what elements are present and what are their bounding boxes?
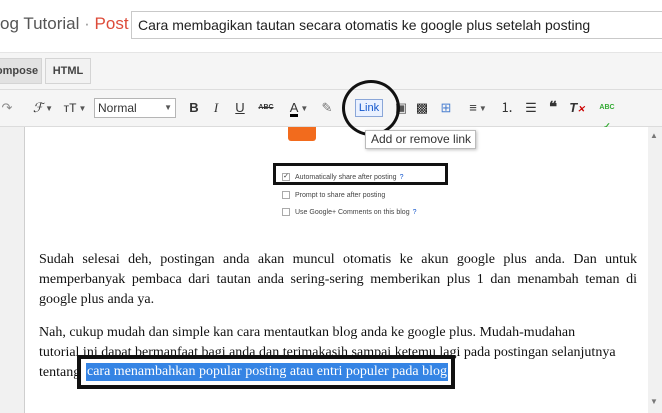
chevron-down-icon: ▼ (78, 103, 87, 113)
selected-text-highlight: cara menambahkan popular posting atau en… (77, 355, 455, 389)
text-color-button[interactable]: A ▼ (286, 99, 312, 117)
share-option-prompt[interactable]: Prompt to share after posting (282, 191, 385, 199)
link-button-circle-annotation (342, 80, 400, 136)
spellcheck-button[interactable]: ABC ✓ (598, 99, 616, 131)
numbered-list-icon[interactable]: ⒈ (499, 99, 515, 117)
help-icon[interactable]: ? (400, 174, 404, 181)
italic-button[interactable]: I (210, 99, 222, 117)
post-title-input[interactable] (131, 11, 662, 39)
checkbox[interactable] (282, 208, 290, 216)
scroll-up-icon[interactable]: ▲ (650, 131, 658, 140)
bold-button[interactable]: B (187, 99, 201, 117)
underline-button[interactable]: U (233, 99, 247, 117)
paragraph-1: Sudah selesai deh, postingan anda akan m… (39, 252, 637, 307)
font-family-button[interactable]: ℱ ▼ (30, 99, 56, 117)
jump-break-icon[interactable]: ⊞ (438, 99, 454, 117)
compose-mode-button[interactable]: ompose (0, 58, 42, 84)
bulleted-list-icon[interactable]: ☰ (523, 99, 539, 117)
share-option-label: Use Google+ Comments on this blog (295, 208, 410, 216)
link-tooltip: Add or remove link (365, 130, 476, 149)
share-option-comments[interactable]: Use Google+ Comments on this blog? (282, 208, 417, 216)
chevron-down-icon: ▼ (478, 103, 487, 113)
format-select[interactable]: Normal ▼ (94, 98, 176, 118)
spellcheck-label: ABC (599, 104, 615, 111)
checkbox-checked[interactable]: ✓ (282, 173, 290, 181)
blog-title[interactable]: og Tutorial · Post (0, 14, 129, 34)
video-icon[interactable]: ▩ (414, 99, 430, 117)
share-option-label: Prompt to share after posting (295, 191, 386, 199)
scrollbar[interactable]: ▲ ▼ (648, 127, 662, 413)
chevron-down-icon: ▼ (45, 103, 54, 113)
font-size-icon: тT (63, 101, 77, 115)
scroll-down-icon[interactable]: ▼ (650, 397, 658, 406)
share-option-auto[interactable]: ✓ Automatically share after posting? (282, 173, 403, 181)
section-label: Post (94, 14, 129, 33)
text-color-icon: A (289, 100, 299, 117)
quote-button[interactable]: ❝ (545, 99, 561, 117)
strikethrough-button[interactable]: ABC (257, 99, 275, 117)
font-icon: ℱ (32, 100, 44, 115)
paragraph-2-line-1: Nah, cukup mudah dan simple kan cara men… (39, 325, 576, 340)
help-icon[interactable]: ? (413, 209, 417, 216)
title-separator: · (84, 14, 90, 33)
html-mode-button[interactable]: HTML (45, 58, 91, 84)
align-icon[interactable]: ≡ ▼ (468, 99, 488, 117)
redo-icon[interactable]: ↷ (0, 99, 14, 117)
selected-text[interactable]: cara menambahkan popular posting atau en… (86, 363, 448, 381)
chevron-down-icon: ▼ (300, 103, 309, 113)
share-button-orange (288, 127, 316, 141)
editor-toolbar: ↷ ℱ ▼ тT ▼ Normal ▼ B I U ABC A ▼ ✎ Link ▣ … (0, 90, 662, 131)
highlight-pen-icon[interactable]: ✎ (319, 99, 335, 117)
mode-bar: ompose HTML (0, 53, 662, 90)
format-value: Normal (98, 101, 137, 115)
chevron-down-icon: ▼ (164, 103, 172, 112)
post-body-editor[interactable]: ✓ Automatically share after posting? Prom… (24, 127, 650, 413)
checkbox[interactable] (282, 191, 290, 199)
share-option-label: Automatically share after posting (295, 173, 397, 181)
blog-name[interactable]: og Tutorial (0, 14, 79, 33)
font-size-button[interactable]: тT ▼ (60, 99, 90, 117)
clear-format-icon[interactable]: T✕ (569, 99, 585, 117)
editor-header: og Tutorial · Post (0, 0, 662, 53)
